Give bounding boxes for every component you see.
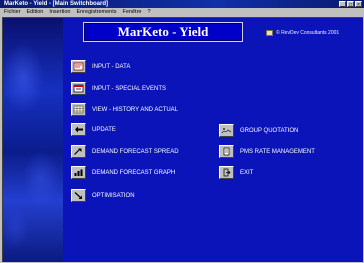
bar-graph-icon[interactable] — [71, 166, 86, 179]
minimize-button[interactable]: _ — [339, 1, 346, 8]
pms-rate-management-label: PMS RATE MANAGEMENT — [240, 148, 315, 155]
menu-edit[interactable]: Edition — [27, 8, 44, 16]
input-special-events-button[interactable]: INPUT - SPECIAL EVENTS — [71, 82, 166, 95]
copyright-text: © RevDev Consultants 2001 — [276, 30, 340, 36]
data-entry-icon[interactable] — [71, 60, 86, 73]
app-title: MarKeto - Yield — [83, 22, 243, 42]
menu-bar: Fichier Edition Insertion Enregistrement… — [0, 8, 364, 16]
demand-forecast-spread-label: DEMAND FORECAST SPREAD — [92, 148, 179, 155]
exit-label: EXIT — [240, 169, 254, 176]
trend-arrow-icon[interactable] — [71, 145, 86, 158]
window-title: MarKeto - Yield - [Main Switchboard] — [4, 1, 109, 7]
group-quotation-button[interactable]: GROUP QUOTATION — [219, 124, 298, 137]
document-icon[interactable] — [219, 145, 234, 158]
table-icon[interactable] — [71, 103, 86, 116]
input-data-button[interactable]: INPUT - DATA — [71, 60, 130, 73]
input-data-label: INPUT - DATA — [92, 63, 131, 70]
optimisation-label: OPTIMISATION — [92, 192, 135, 199]
exit-door-icon[interactable] — [219, 166, 234, 179]
maximize-button[interactable]: □ — [347, 1, 354, 8]
update-label: UPDATE — [92, 126, 116, 133]
calendar-event-icon[interactable] — [71, 82, 86, 95]
group-quotation-label: GROUP QUOTATION — [240, 127, 299, 134]
app-window: MarKeto - Yield - [Main Switchboard] _ □… — [0, 0, 364, 263]
diagonal-arrow-icon[interactable] — [71, 189, 86, 202]
exit-button[interactable]: EXIT — [219, 166, 253, 179]
input-special-events-label: INPUT - SPECIAL EVENTS — [92, 85, 167, 92]
close-button[interactable]: × — [355, 1, 362, 8]
demand-forecast-graph-button[interactable]: DEMAND FORECAST GRAPH — [71, 166, 175, 179]
view-history-label: VIEW - HISTORY AND ACTUAL — [92, 106, 179, 113]
update-button[interactable]: UPDATE — [71, 123, 116, 136]
group-icon[interactable] — [219, 124, 234, 137]
menu-insert[interactable]: Insertion — [49, 8, 70, 16]
title-bar: MarKeto - Yield - [Main Switchboard] _ □… — [0, 0, 364, 8]
menu-file[interactable]: Fichier — [4, 8, 21, 16]
menu-window[interactable]: Fenêtre — [123, 8, 142, 16]
menu-help[interactable]: ? — [147, 8, 150, 16]
decorative-side-band — [3, 18, 63, 262]
logo-icon — [266, 30, 273, 36]
optimisation-button[interactable]: OPTIMISATION — [71, 189, 135, 202]
copyright-notice: © RevDev Consultants 2001 — [266, 30, 339, 36]
demand-forecast-spread-button[interactable]: DEMAND FORECAST SPREAD — [71, 145, 179, 158]
menu-records[interactable]: Enregistrements — [76, 8, 116, 16]
arrow-left-icon[interactable] — [71, 123, 86, 136]
view-history-button[interactable]: VIEW - HISTORY AND ACTUAL — [71, 103, 178, 116]
pms-rate-management-button[interactable]: PMS RATE MANAGEMENT — [219, 145, 315, 158]
switchboard-form: MarKeto - Yield © RevDev Consultants 200… — [2, 17, 363, 262]
window-controls: _ □ × — [339, 1, 362, 8]
demand-forecast-graph-label: DEMAND FORECAST GRAPH — [92, 169, 176, 176]
